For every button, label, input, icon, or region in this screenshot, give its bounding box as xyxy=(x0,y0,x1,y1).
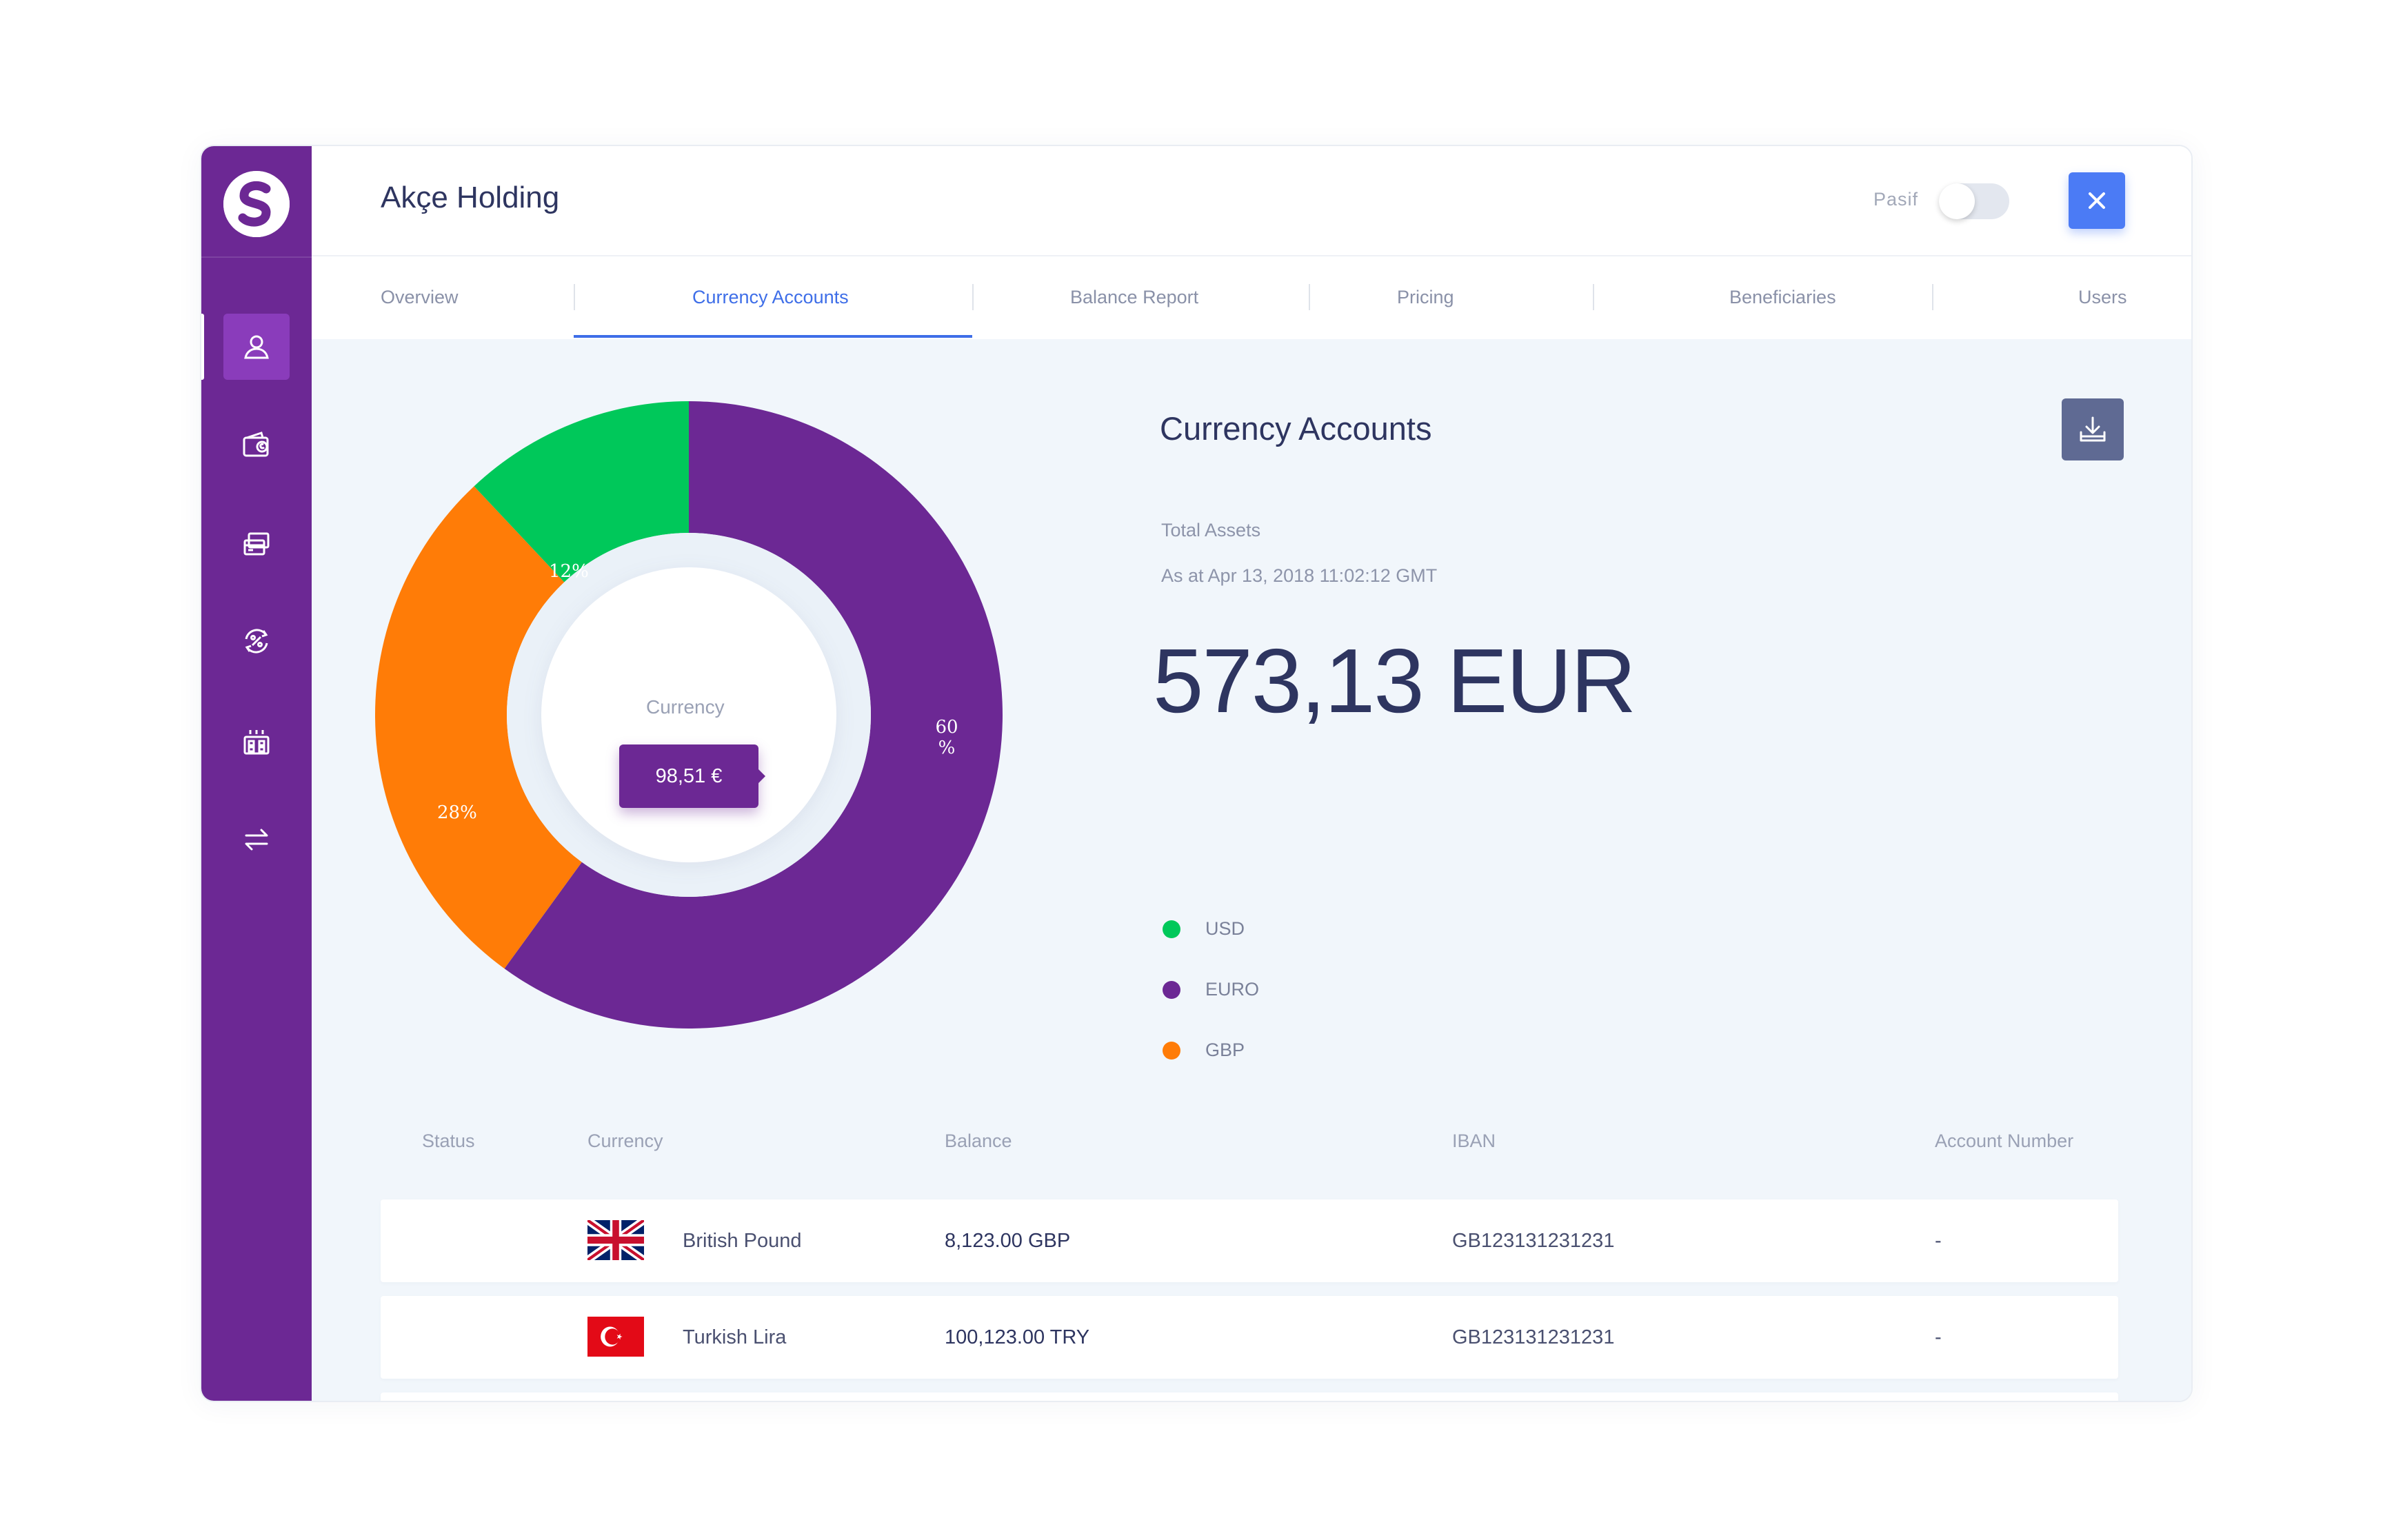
legend-label-euro: EURO xyxy=(1205,979,1260,1000)
total-assets-amount: 573,13 EUR xyxy=(1153,630,1636,731)
sidebar xyxy=(201,146,312,1401)
legend-dot-usd xyxy=(1163,920,1180,938)
tab-pricing[interactable]: Pricing xyxy=(1397,256,1454,338)
app-window: Akçe Holding Pasif Overview Currency Acc… xyxy=(200,145,2193,1402)
column-header-currency[interactable]: Currency xyxy=(587,1131,663,1152)
tab-beneficiaries[interactable]: Beneficiaries xyxy=(1729,256,1836,338)
uk-flag-icon xyxy=(587,1220,644,1260)
page-title: Akçe Holding xyxy=(381,181,560,214)
active-tab-underline xyxy=(574,335,972,338)
row-iban: GB123131231231 xyxy=(1452,1229,1615,1252)
turkey-flag-icon xyxy=(587,1317,644,1357)
legend-item-euro: EURO xyxy=(1163,979,1259,1000)
table-row[interactable]: British Pound 8,123.00 GBP GB12313123123… xyxy=(381,1199,2118,1282)
sidebar-active-indicator xyxy=(201,314,204,380)
column-header-account-number[interactable]: Account Number xyxy=(1935,1131,2073,1152)
building-icon xyxy=(243,730,270,755)
euro-percent-label: 60 % xyxy=(926,717,967,758)
sidebar-item-cards[interactable] xyxy=(223,511,290,578)
as-at-timestamp: As at Apr 13, 2018 11:02:12 GMT xyxy=(1161,565,1438,586)
table-row[interactable]: Turkish Lira 100,123.00 TRY GB1231312312… xyxy=(381,1296,2118,1379)
percent-exchange-icon xyxy=(245,629,268,654)
panel-title: Currency Accounts xyxy=(1160,410,1432,447)
legend-label-gbp: GBP xyxy=(1205,1040,1245,1060)
row-currency-name: British Pound xyxy=(683,1229,802,1252)
close-icon xyxy=(2089,192,2105,209)
close-button[interactable] xyxy=(2069,172,2125,229)
row-account-number: - xyxy=(1935,1326,1942,1348)
main-area: Akçe Holding Pasif Overview Currency Acc… xyxy=(312,146,2191,1401)
legend-dot-euro xyxy=(1163,980,1180,999)
content-area: 60 % 28% 12% Currency 98,51 € Currency A… xyxy=(312,339,2191,1401)
donut-center-caption: Currency xyxy=(646,696,725,718)
column-header-iban[interactable]: IBAN xyxy=(1452,1131,1496,1152)
sidebar-divider xyxy=(201,256,312,258)
app-logo[interactable] xyxy=(223,171,290,237)
gbp-percent-label: 28% xyxy=(437,802,477,823)
row-balance: 8,123.00 GBP xyxy=(945,1229,1071,1252)
sidebar-item-users[interactable] xyxy=(223,314,290,380)
column-header-balance[interactable]: Balance xyxy=(945,1131,1012,1152)
logo-icon xyxy=(223,171,290,237)
row-balance: 100,123.00 TRY xyxy=(945,1326,1090,1348)
tab-bar: Overview Currency Accounts Balance Repor… xyxy=(312,256,2191,341)
status-label: Pasif xyxy=(1873,189,1918,210)
usd-percent-label: 12% xyxy=(549,561,589,582)
tab-overview[interactable]: Overview xyxy=(381,256,459,338)
wallet-icon xyxy=(243,432,269,457)
donut-center-value-badge: 98,51 € xyxy=(619,744,765,808)
download-icon xyxy=(2080,416,2106,442)
tab-balance-report[interactable]: Balance Report xyxy=(1070,256,1198,338)
tab-separator xyxy=(972,284,974,310)
legend-dot-gbp xyxy=(1163,1041,1180,1060)
sidebar-item-exchange-rates[interactable] xyxy=(223,608,290,674)
tab-users[interactable]: Users xyxy=(2078,256,2127,338)
cards-icon xyxy=(243,532,270,556)
header: Akçe Holding Pasif xyxy=(312,146,2191,256)
sidebar-item-wallet[interactable] xyxy=(223,412,290,478)
toggle-knob xyxy=(1939,183,1975,219)
row-iban: GB123131231231 xyxy=(1452,1326,1615,1348)
legend-label-usd: USD xyxy=(1205,918,1245,939)
euro-percent-value: 60 xyxy=(935,717,958,738)
sidebar-item-transfers[interactable] xyxy=(223,807,290,873)
total-assets-label: Total Assets xyxy=(1161,520,1261,540)
download-button[interactable] xyxy=(2062,398,2124,460)
row-account-number: - xyxy=(1935,1229,1942,1252)
column-header-status[interactable]: Status xyxy=(422,1131,475,1152)
status-toggle[interactable] xyxy=(1939,183,2009,219)
user-icon xyxy=(244,335,269,359)
euro-percent-sign: % xyxy=(938,738,956,758)
row-currency-name: Turkish Lira xyxy=(683,1326,787,1348)
tab-separator xyxy=(1593,284,1594,310)
transfer-arrows-icon xyxy=(245,829,268,851)
currency-donut-chart: 60 % 28% 12% Currency 98,51 € xyxy=(375,401,1003,1029)
sidebar-item-organization[interactable] xyxy=(223,709,290,775)
tab-separator xyxy=(1309,284,1310,310)
table-row-partial[interactable] xyxy=(381,1392,2118,1401)
legend-item-usd: USD xyxy=(1163,918,1245,940)
tab-separator xyxy=(1932,284,1933,310)
tab-separator xyxy=(574,284,575,310)
tab-currency-accounts[interactable]: Currency Accounts xyxy=(692,256,849,338)
legend-item-gbp: GBP xyxy=(1163,1040,1245,1061)
